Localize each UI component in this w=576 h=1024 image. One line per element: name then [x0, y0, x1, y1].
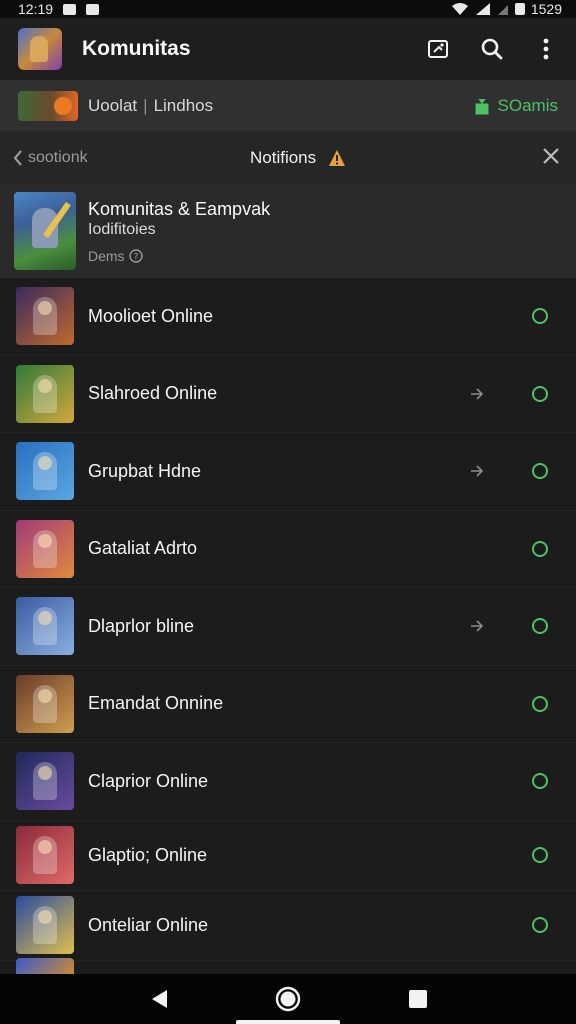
list-item-label: Slahroed Online [88, 383, 218, 404]
game-thumbnail [16, 896, 74, 954]
list-item-label: Moolioet Online [88, 305, 214, 326]
list-item-label: Claprior Online [88, 770, 209, 791]
notification-list: Moolioet Online Slahroed Online Grupbat … [0, 278, 576, 961]
online-status-icon [532, 385, 548, 402]
list-item[interactable]: Grupbat Hdne [0, 433, 576, 511]
online-status-icon [532, 618, 548, 635]
game-thumbnail [16, 287, 74, 346]
warning-icon [329, 150, 346, 166]
list-item-label: Onteliar Online [88, 914, 209, 935]
game-thumbnail [16, 364, 74, 423]
back-label: sootionk [28, 149, 88, 166]
banner-badge-label: SOamis [497, 95, 558, 115]
status-battery: 1529 [530, 1, 562, 17]
game-thumbnail [16, 826, 74, 884]
online-status-icon [532, 695, 548, 712]
notification-icon [63, 3, 77, 15]
featured-meta-text: Dems [88, 248, 125, 264]
list-item[interactable]: Gataliat Adrto [0, 510, 576, 588]
featured-title: Komunitas & Eampvak [88, 199, 271, 219]
list-item[interactable]: Slahroed Online [0, 355, 576, 433]
list-item-label: Dlaprlor bline [88, 615, 195, 636]
notification-icon-2 [86, 3, 100, 15]
close-icon[interactable] [542, 147, 560, 170]
online-status-icon [532, 773, 548, 790]
online-status-icon [532, 847, 548, 863]
list-item[interactable]: Emandat Onnine [0, 665, 576, 743]
gift-icon [475, 98, 489, 114]
list-item-label: Glaptio; Online [88, 844, 208, 865]
game-thumbnail [16, 519, 74, 578]
notifications-title-text: Notifions [250, 148, 317, 167]
app-logo[interactable] [18, 28, 62, 70]
info-icon: ? [128, 249, 143, 263]
list-item-label: Grupbat Hdne [88, 460, 202, 481]
back-triangle-icon[interactable] [146, 986, 172, 1012]
signal-icon [475, 3, 490, 15]
battery-icon [514, 3, 525, 15]
online-status-icon [532, 308, 548, 325]
banner-badge[interactable]: SOamis [474, 96, 558, 116]
arrow-right-icon [471, 465, 484, 477]
list-item[interactable]: Glaptio; Online [0, 820, 576, 891]
banner-separator: | [143, 95, 148, 115]
status-time: 12:19 [18, 1, 54, 17]
recents-square-icon[interactable] [405, 986, 431, 1012]
featured-meta: Dems ? [88, 248, 270, 264]
gesture-pill[interactable] [236, 1020, 340, 1024]
more-vert-icon[interactable] [534, 37, 558, 61]
banner-text-right: Lindhos [153, 95, 214, 115]
back-button[interactable]: sootionk [12, 149, 88, 167]
banner-text: Uoolat | Lindhos [88, 96, 213, 116]
next-item-thumbnail [16, 958, 74, 974]
home-circle-icon[interactable] [275, 986, 301, 1012]
wifi-icon [451, 3, 468, 15]
status-bar: 12:19 1529 [0, 0, 576, 18]
game-thumbnail [16, 597, 74, 656]
game-thumbnail [16, 674, 74, 733]
list-item[interactable]: Claprior Online [0, 743, 576, 821]
arrow-right-icon [471, 388, 484, 400]
list-item-label: Gataliat Adrto [88, 538, 198, 559]
search-icon[interactable] [480, 37, 504, 61]
arrow-right-icon [471, 620, 484, 632]
list-item[interactable]: Onteliar Online [0, 890, 576, 961]
notifications-title: Notifions [250, 148, 346, 168]
app-bar: Komunitas [0, 18, 576, 80]
update-banner[interactable]: Uoolat | Lindhos SOamis [0, 80, 576, 132]
online-status-icon [532, 917, 548, 933]
online-status-icon [532, 540, 548, 557]
svg-text:?: ? [133, 253, 138, 263]
list-item-label: Emandat Onnine [88, 693, 224, 714]
app-title: Komunitas [82, 37, 191, 60]
game-thumbnail [16, 442, 74, 501]
list-item[interactable]: Dlaprlor bline [0, 588, 576, 666]
featured-thumbnail [14, 192, 76, 270]
notifications-header: sootionk Notifions [0, 132, 576, 184]
signal-weak-icon [497, 5, 508, 15]
online-status-icon [532, 463, 548, 480]
system-nav-bar [0, 974, 576, 1024]
banner-text-left: Uoolat [88, 95, 138, 115]
game-thumbnail [16, 752, 74, 811]
featured-subtitle: Iodifitoies [88, 221, 156, 238]
banner-thumbnail [18, 90, 78, 121]
featured-notification[interactable]: Komunitas & Eampvak Iodifitoies Dems ? [0, 184, 576, 278]
chevron-left-icon [13, 150, 22, 166]
list-item[interactable]: Moolioet Online [0, 278, 576, 356]
image-frame-icon[interactable] [426, 37, 450, 61]
